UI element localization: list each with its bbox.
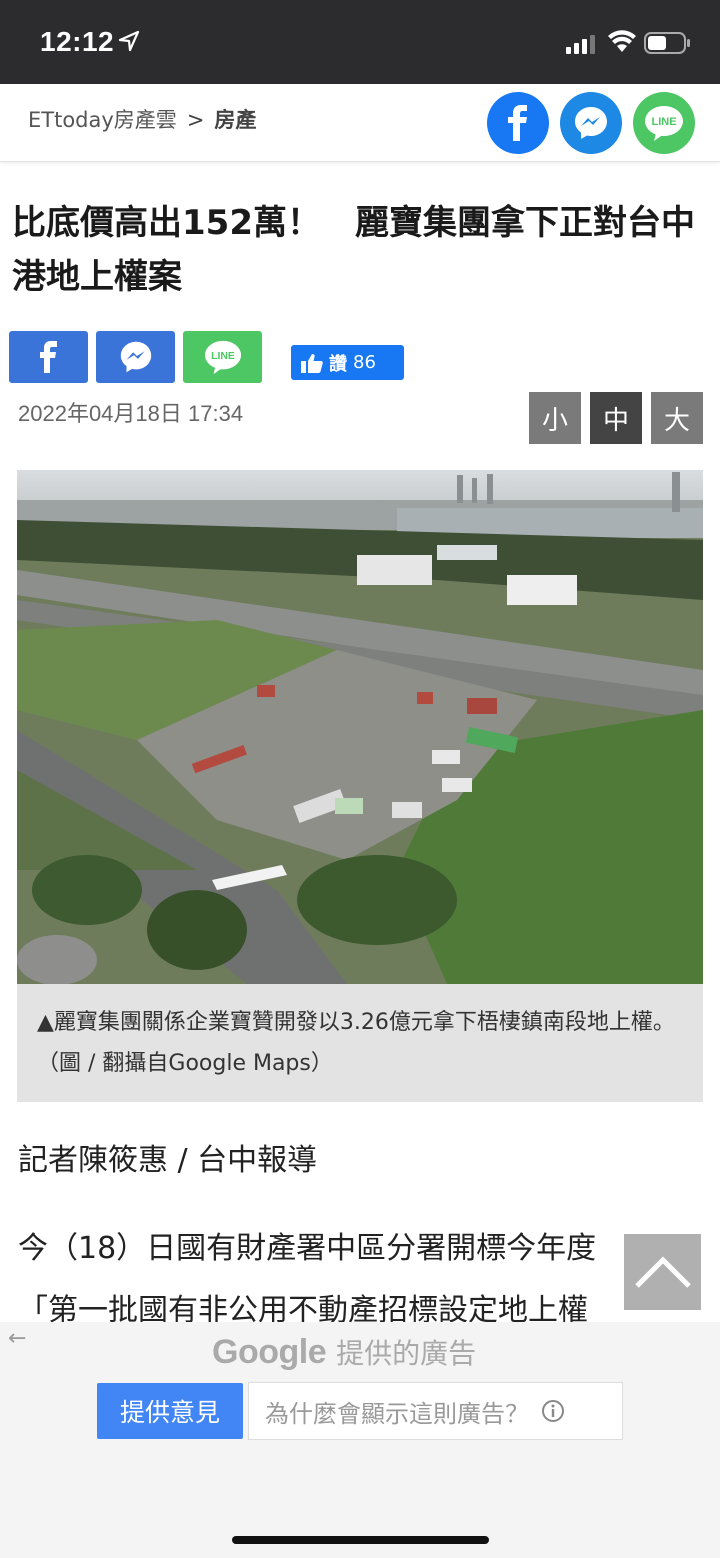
paragraph-line: 今（18）日國有財產署中區分署開標今年度 — [18, 1231, 597, 1266]
status-bar: 12:12 — [0, 0, 720, 84]
location-arrow-icon — [118, 30, 140, 52]
messenger-icon — [575, 107, 607, 139]
messenger-icon — [120, 341, 151, 373]
like-label: 讚 — [329, 353, 347, 375]
header-line-share-button[interactable]: LINE — [633, 92, 695, 154]
facebook-icon — [39, 341, 57, 373]
breadcrumb: ETtoday房產雲 > 房產 — [28, 104, 256, 134]
home-indicator — [232, 1536, 489, 1544]
paragraph-line: 「第一批國有非公用不動產招標設定地上權 — [18, 1293, 588, 1328]
font-size-large-button[interactable]: 大 — [651, 392, 703, 444]
facebook-icon — [508, 105, 527, 141]
info-icon — [542, 1400, 564, 1422]
ad-panel: ← Google 提供的廣告 提供意見 為什麼會顯示這則廣告？ — [0, 1322, 720, 1558]
chevron-up-icon — [634, 1256, 691, 1288]
thumbs-up-icon — [301, 353, 323, 373]
breadcrumb-separator: > — [186, 108, 205, 132]
line-icon-label: LINE — [211, 351, 235, 362]
line-share-button[interactable]: LINE — [183, 331, 262, 383]
breadcrumb-category-link[interactable]: 房產 — [214, 108, 256, 132]
ad-back-button[interactable]: ← — [8, 1326, 26, 1351]
aerial-photo-illustration — [17, 470, 703, 984]
header-facebook-share-button[interactable] — [487, 92, 549, 154]
status-time: 12:12 — [40, 26, 115, 57]
ad-why-label: 為什麼會顯示這則廣告？ — [265, 1399, 529, 1428]
scroll-to-top-button[interactable] — [624, 1234, 701, 1310]
font-size-medium-button[interactable]: 中 — [590, 392, 642, 444]
google-logo: Google — [212, 1333, 327, 1371]
publish-date: 2022年04月18日 17:34 — [18, 401, 244, 426]
like-count: 86 — [353, 352, 376, 373]
line-icon: LINE — [645, 106, 683, 141]
header-messenger-share-button[interactable] — [560, 92, 622, 154]
reporter-byline: 記者陳筱惠 / 台中報導 — [18, 1143, 318, 1178]
line-icon: LINE — [204, 340, 241, 375]
breadcrumb-site-link[interactable]: ETtoday房產雲 — [28, 108, 177, 132]
font-size-small-button[interactable]: 小 — [529, 392, 581, 444]
photo-caption: ▲麗寶集團關係企業寶贊開發以3.26億元拿下梧棲鎮南段地上權。（圖 / 翻攝自G… — [17, 984, 703, 1102]
ad-why-button[interactable]: 為什麼會顯示這則廣告？ — [248, 1382, 623, 1440]
article-paragraph: 今（18）日國有財產署中區分署開標今年度 「第一批國有非公用不動產招標設定地上權 — [18, 1218, 718, 1328]
like-button[interactable]: 讚 86 — [291, 345, 404, 380]
ad-brand: Google 提供的廣告 — [212, 1332, 476, 1372]
ad-feedback-button[interactable]: 提供意見 — [97, 1383, 243, 1439]
messenger-share-button[interactable] — [96, 331, 175, 383]
site-header: ETtoday房產雲 > 房產 LINE — [0, 84, 720, 162]
ad-provided-by: 提供的廣告 — [336, 1338, 477, 1369]
battery-icon — [644, 32, 690, 54]
article-title: 比底價高出152萬！ 麗寶集團拿下正對台中港地上權案 — [12, 203, 695, 297]
facebook-share-button[interactable] — [9, 331, 88, 383]
cellular-signal-icon — [566, 35, 595, 54]
svg-text:LINE: LINE — [651, 116, 676, 128]
wifi-icon — [608, 30, 636, 52]
article-photo — [17, 470, 703, 984]
